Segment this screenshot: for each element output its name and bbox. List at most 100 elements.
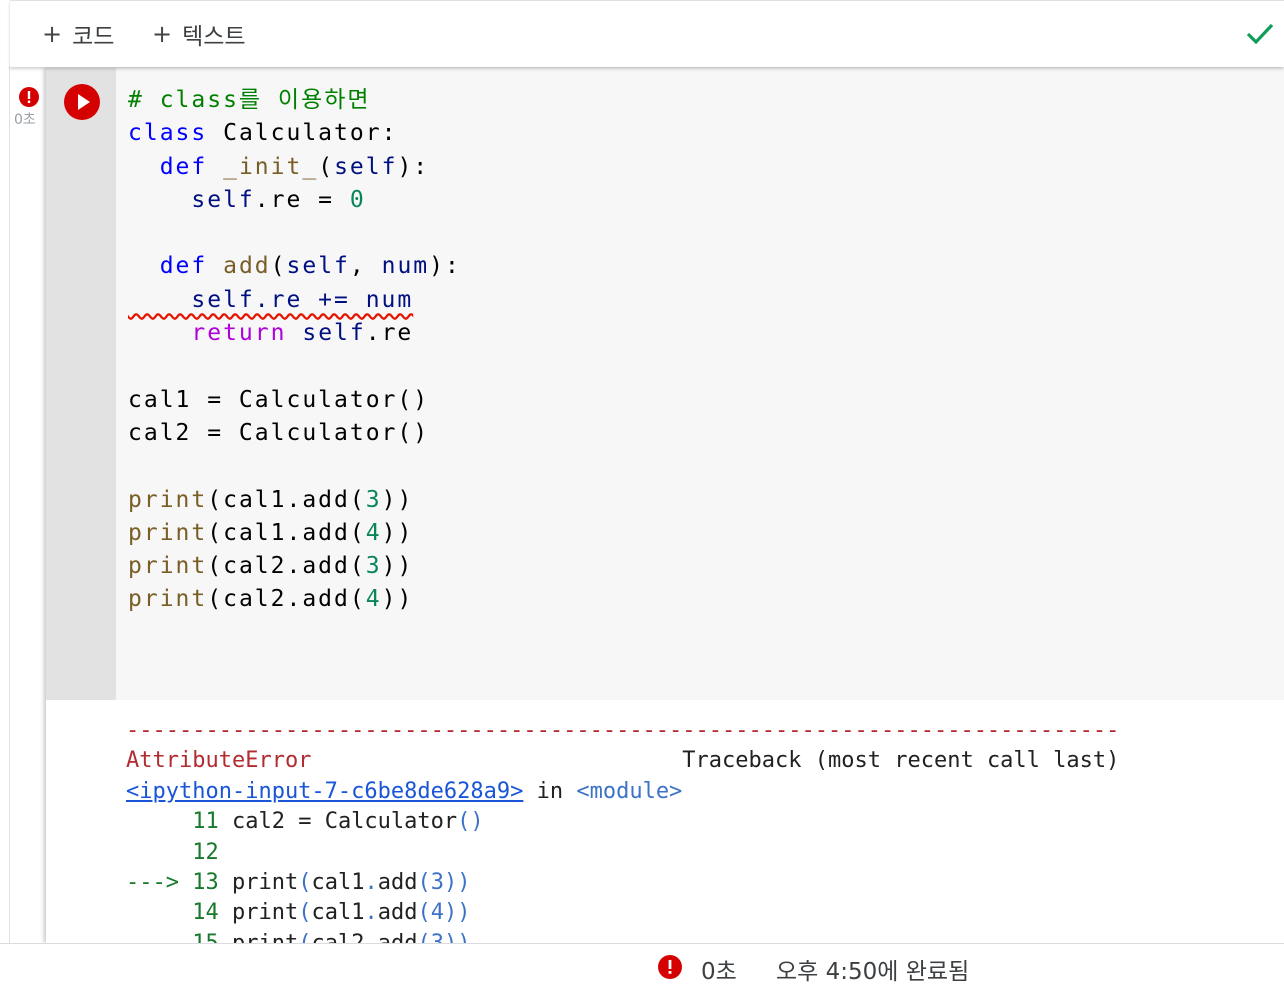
output-token: cal1 [311,869,365,895]
code-token: 3 [365,486,382,513]
output-token: <module> [576,778,683,804]
output-token: ( [417,869,431,895]
output-line: ---> 13 print(cal1.add(3)) [126,868,1119,898]
code-token: cal2 = Calculator() [128,419,430,446]
code-token: 3 [365,553,382,580]
output-token: )) [443,900,471,926]
code-token: 4 [365,586,382,613]
code-token: )) [381,486,414,513]
play-icon[interactable] [64,84,100,124]
code-line: self.re += num [128,284,461,317]
code-line: print(cal2.add(4)) [128,583,461,616]
code-token: num [381,253,430,280]
output-line: 14 print(cal1.add(4)) [126,898,1119,928]
error-icon [658,955,682,983]
output-token: )) [443,869,471,895]
output-token: () [457,809,484,835]
code-editor[interactable]: # class를 이용하면 class Calculator: def _init… [116,68,1284,700]
code-token: )) [381,519,414,546]
output-token: print [218,869,299,895]
code-line: cal2 = Calculator() [128,417,461,450]
code-token: (cal2.add( [207,586,366,613]
output-line: 11 cal2 = Calculator() [126,807,1119,837]
check-icon[interactable] [1246,21,1274,51]
output-token: cal2 = Calculator [218,809,458,835]
code-token: 0 [349,186,366,213]
code-token: ): [397,153,430,180]
code-token: print [128,553,208,580]
code-token: return [191,320,287,347]
notebook-left-border [9,66,10,943]
plus-icon: + [152,20,173,48]
code-token: # class를 이용하면 [128,87,371,113]
code-line: print(cal2.add(3)) [128,550,461,583]
code-line: def add(self, num): [128,250,461,283]
output-token: cal1 [311,900,365,926]
output-token: 4 [430,900,444,926]
output-token: 11 [192,809,219,835]
code-token: (cal2.add( [207,553,366,580]
cell-output: ----------------------------------------… [126,716,1119,959]
code-line: print(cal1.add(4)) [128,517,461,550]
code-token: Calculator: [207,120,398,147]
code-token: _init_ [223,153,319,180]
output-token: add [377,900,418,926]
status-exec-time: 0초 [701,959,737,985]
code-line: self.re = 0 [128,184,461,217]
output-token [126,840,192,865]
code-text[interactable]: # class를 이용하면 class Calculator: def _init… [128,84,461,617]
code-token: def [159,153,208,180]
output-token: ---> [126,869,193,895]
code-token: , [349,253,382,280]
code-token: self [286,253,350,280]
code-token: def [159,253,208,280]
code-cell[interactable]: # class를 이용하면 class Calculator: def _init… [46,68,1284,956]
code-token: self [302,320,366,347]
output-token: print [218,900,299,926]
code-token: cal1 = Calculator() [128,386,430,413]
code-token: self.re += num [128,286,414,313]
output-line: AttributeError Traceback (most recent ca… [126,746,1119,776]
code-token: class [128,120,208,147]
code-token: (cal1.add( [207,486,366,513]
code-token: print [128,586,208,613]
plus-icon: + [42,20,63,48]
add-text-label: 텍스트 [182,24,246,50]
code-token: .re = [254,186,350,213]
toolbar: + 코드 + 텍스트 [10,0,1284,67]
output-token [126,900,192,925]
code-token: ( [318,153,335,180]
output-token[interactable]: <ipython-input-7-c6be8de628a9> [126,779,523,804]
output-line: 12 [126,838,1119,868]
output-line: <ipython-input-7-c6be8de628a9> in <modul… [126,777,1119,807]
add-code-label: 코드 [72,24,115,50]
code-token: add [223,253,271,280]
output-token [126,809,192,834]
code-token: print [128,519,208,546]
code-token: )) [381,586,414,613]
code-line: # class를 이용하면 [128,84,461,117]
code-token: self [334,153,398,180]
code-line: return self.re [128,317,461,350]
output-token: Traceback (most recent call last) [311,748,1120,774]
code-line: print(cal1.add(3)) [128,484,461,517]
add-text-button[interactable]: + 텍스트 [152,19,246,50]
code-token: print [128,486,208,513]
add-code-button[interactable]: + 코드 [42,19,115,50]
code-token: self [191,186,255,213]
output-token: ( [298,900,312,926]
output-token: 3 [430,869,444,895]
status-bar: 0초 오후 4:50에 완료됨 [0,943,1284,985]
code-line: cal1 = Calculator() [128,384,461,417]
code-token: ( [270,253,287,280]
code-token: ): [429,253,461,280]
